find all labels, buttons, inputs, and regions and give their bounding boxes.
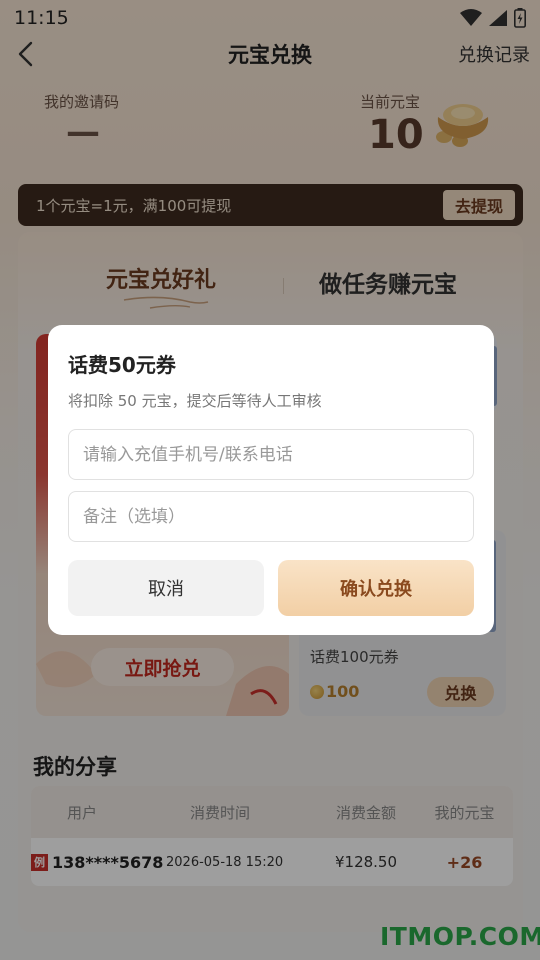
note-input[interactable] — [68, 491, 474, 542]
cancel-button[interactable]: 取消 — [68, 560, 264, 616]
exchange-dialog: 话费50元券 将扣除 50 元宝，提交后等待人工审核 取消 确认兑换 — [48, 325, 494, 635]
confirm-exchange-button[interactable]: 确认兑换 — [278, 560, 474, 616]
phone-input[interactable] — [68, 429, 474, 480]
dialog-subtitle: 将扣除 50 元宝，提交后等待人工审核 — [68, 392, 322, 410]
page: 11:15 元宝兑换 兑换记录 我的邀请码 — 当前元宝 10 1个元宝=1元，… — [0, 0, 540, 960]
dialog-title: 话费50元券 — [68, 353, 176, 377]
